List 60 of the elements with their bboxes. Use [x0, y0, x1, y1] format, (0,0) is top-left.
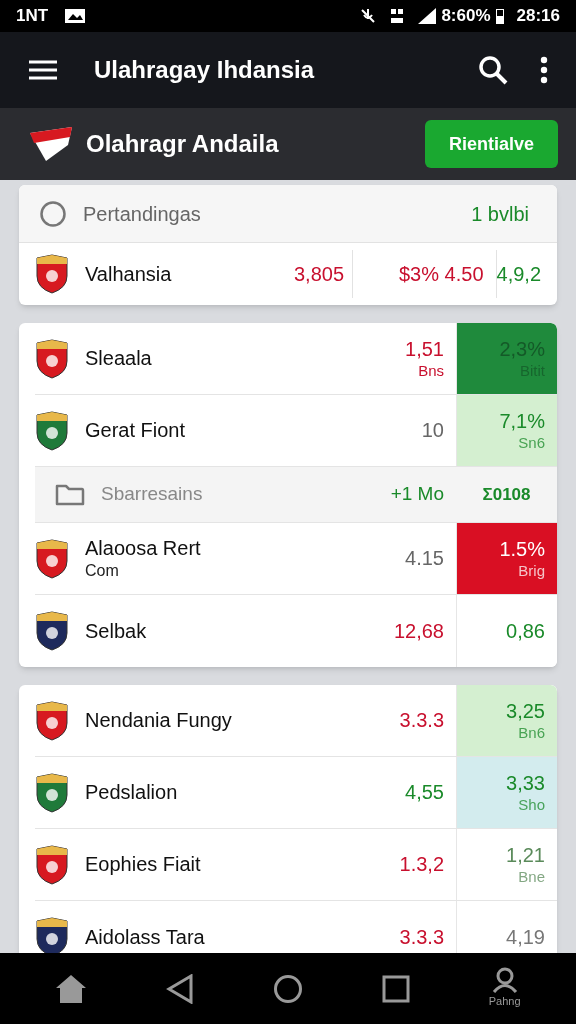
card-label: Pertandingas — [83, 201, 201, 227]
section-title: Olahragr Andaila — [86, 129, 279, 159]
search-icon[interactable] — [478, 55, 508, 85]
odds-value: $3% 4.50 — [399, 262, 484, 287]
odds-label: Sho — [518, 795, 545, 815]
home-circle-icon[interactable] — [273, 973, 304, 1004]
section-count: +1 Mo — [389, 482, 445, 507]
section-label: Sbarresains — [101, 482, 204, 507]
odds-value: 7,1% — [499, 408, 545, 434]
odds-label: Sn6 — [518, 433, 545, 453]
team-name: Pedslalion — [85, 780, 178, 805]
odds-value: 12,68 — [393, 618, 444, 644]
odds-label: Bns — [418, 361, 444, 381]
folder-icon — [55, 482, 85, 507]
signal-icon — [417, 7, 438, 25]
odds-value: 1.3,2 — [399, 852, 444, 877]
recents-icon[interactable] — [381, 974, 410, 1003]
flag-icon — [28, 125, 74, 163]
team-subtitle: Com — [85, 561, 120, 581]
network-icon — [389, 7, 406, 25]
team-name: Aidolass Tara — [85, 924, 205, 950]
team-name: Sleaala — [85, 346, 152, 371]
person-icon — [491, 967, 518, 994]
status-text: 1NT — [16, 5, 49, 28]
odds-value: 1,51 — [405, 336, 444, 362]
odds-value: 3,805 — [294, 262, 345, 287]
battery-icon — [494, 7, 505, 25]
odds-value: 1,21 — [506, 842, 545, 868]
team-name: Selbak — [85, 618, 147, 644]
odds-value: 4,19 — [506, 924, 545, 950]
home-icon[interactable] — [55, 973, 88, 1004]
team-name: Gerat Fiont — [85, 418, 186, 443]
image-icon — [64, 8, 87, 24]
app-title: Ulahragay Ihdansia — [94, 55, 315, 85]
team-name: Alaoosa Rert — [85, 536, 201, 561]
more-icon[interactable] — [540, 56, 548, 84]
radio-icon[interactable] — [39, 199, 67, 228]
clock-text: 28:16 — [516, 5, 560, 28]
odds-value: 10 — [421, 418, 444, 443]
odds-label: Bne — [518, 867, 545, 887]
odds-value: 3,33 — [506, 770, 545, 796]
back-icon[interactable] — [166, 973, 195, 1004]
odds-value: 0,86 — [506, 618, 545, 644]
team-name: Eophies Fiait — [85, 852, 201, 877]
odds-value: 3,25 — [506, 698, 545, 724]
battery-text: 8:60% — [441, 5, 491, 28]
odds-value: 4.15 — [405, 546, 444, 571]
profile-tab[interactable]: Pahng — [488, 967, 521, 1010]
section-total: Σ0108 — [481, 483, 532, 506]
odds-label: Bn6 — [518, 723, 545, 743]
menu-icon[interactable] — [28, 59, 58, 81]
odds-value: 1.5% — [499, 536, 545, 562]
odds-value: 4,55 — [405, 780, 444, 805]
odds-value: 3.3.3 — [399, 708, 444, 733]
team-name: Valhansia — [85, 262, 173, 287]
odds-value: 3.3.3 — [399, 924, 444, 950]
odds-label: Brig — [518, 561, 545, 581]
team-name: Nendania Fungy — [85, 708, 232, 733]
count-text: 1 bvlbi — [471, 201, 530, 227]
odds-value: 4,9,2 — [496, 262, 541, 287]
